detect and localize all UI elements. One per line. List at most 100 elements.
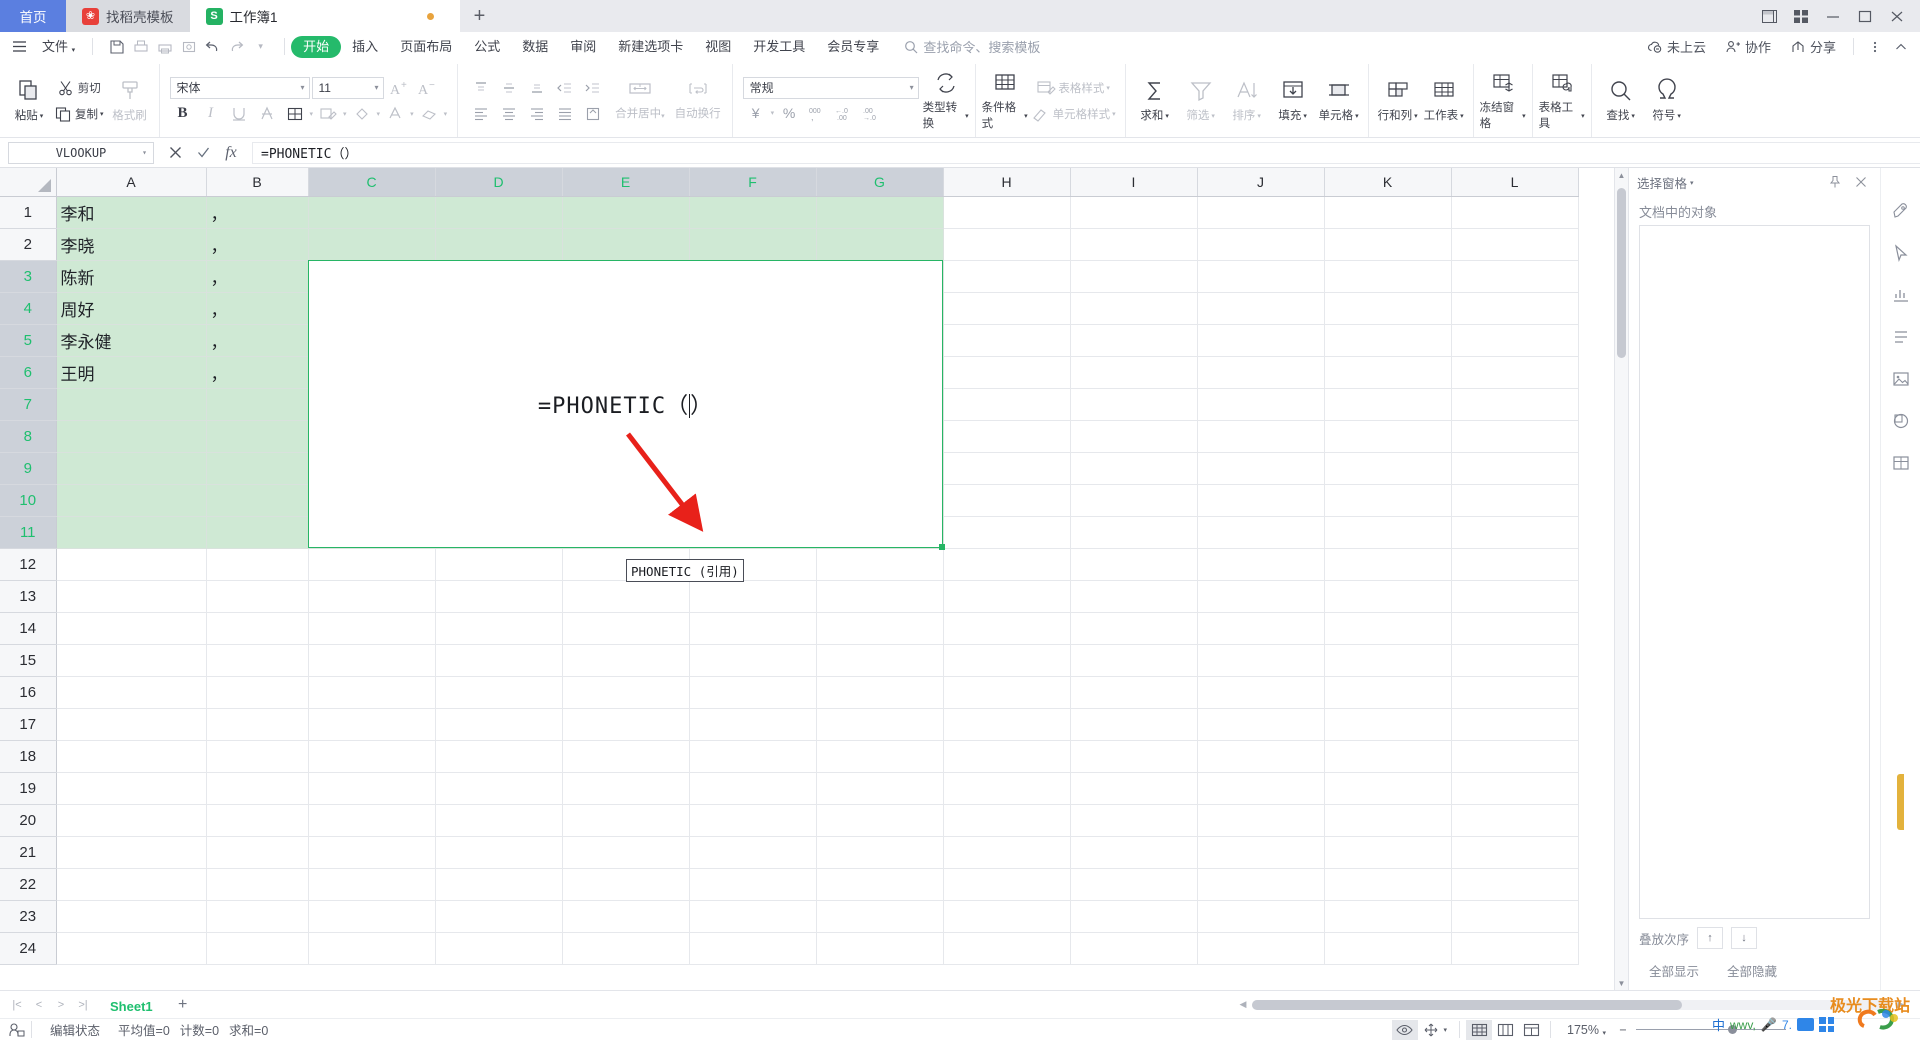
cell-I20[interactable]: [1070, 804, 1198, 837]
column-header-k[interactable]: K: [1324, 168, 1452, 197]
cell-E14[interactable]: [562, 612, 690, 645]
cell-E21[interactable]: [562, 836, 690, 869]
cell-L18[interactable]: [1451, 740, 1579, 773]
row-header-5[interactable]: 5: [0, 324, 57, 357]
cell-I21[interactable]: [1070, 836, 1198, 869]
cell-K17[interactable]: [1324, 708, 1452, 741]
cell-J24[interactable]: [1197, 932, 1325, 965]
font-size-select[interactable]: 11 ▾: [311, 76, 384, 99]
customize-caret-icon[interactable]: ▾: [249, 35, 272, 58]
cell-K19[interactable]: [1324, 772, 1452, 805]
chevron-down-icon[interactable]: ▾: [444, 111, 448, 118]
move-icon[interactable]: [1418, 1020, 1444, 1040]
cell-I5[interactable]: [1070, 324, 1198, 357]
row-header-23[interactable]: 23: [0, 900, 57, 933]
indent-decrease-icon[interactable]: [552, 76, 578, 100]
cell-J19[interactable]: [1197, 772, 1325, 805]
cell-J8[interactable]: [1197, 420, 1325, 453]
format-painter-button[interactable]: 格式刷: [107, 64, 153, 137]
cursor-icon[interactable]: [1888, 240, 1914, 266]
cell-C23[interactable]: [308, 900, 436, 933]
cell-B14[interactable]: [206, 612, 309, 645]
cell-editor[interactable]: =PHONETIC（）: [308, 260, 945, 550]
confirm-icon[interactable]: [190, 141, 216, 165]
row-header-8[interactable]: 8: [0, 420, 57, 453]
decimal-increase-icon[interactable]: .00 →.0: [860, 101, 886, 125]
cell-H11[interactable]: [943, 516, 1071, 549]
next-sheet-icon[interactable]: >: [50, 994, 72, 1016]
ribbon-tab-view[interactable]: 视图: [694, 32, 742, 62]
cell-B2[interactable]: ，: [206, 228, 309, 261]
cell-K6[interactable]: [1324, 356, 1452, 389]
symbol-button[interactable]: 符号 ▾: [1644, 64, 1690, 137]
cell-I13[interactable]: [1070, 580, 1198, 613]
cell-F2[interactable]: [689, 228, 817, 261]
cell-J14[interactable]: [1197, 612, 1325, 645]
fx-icon[interactable]: fx: [218, 141, 244, 165]
cell-K15[interactable]: [1324, 644, 1452, 677]
cell-K16[interactable]: [1324, 676, 1452, 709]
cell-H18[interactable]: [943, 740, 1071, 773]
row-header-13[interactable]: 13: [0, 580, 57, 613]
cell-G14[interactable]: [816, 612, 944, 645]
cell-K1[interactable]: [1324, 196, 1452, 229]
cell-D23[interactable]: [435, 900, 563, 933]
cell-A15[interactable]: [56, 644, 207, 677]
cell-J21[interactable]: [1197, 836, 1325, 869]
cell-J4[interactable]: [1197, 292, 1325, 325]
cell-A1[interactable]: 李和: [56, 196, 207, 229]
arrow-up-icon[interactable]: ↑: [1697, 927, 1724, 949]
cell-I16[interactable]: [1070, 676, 1198, 709]
add-sheet-button[interactable]: +: [169, 994, 197, 1016]
cell-G15[interactable]: [816, 644, 944, 677]
selection-pane-title[interactable]: 选择窗格 ▾: [1637, 173, 1694, 192]
ribbon-tab-dev-tools[interactable]: 开发工具: [742, 32, 816, 62]
row-header-21[interactable]: 21: [0, 836, 57, 869]
strikethrough-button[interactable]: [254, 102, 280, 126]
ribbon-tab-member[interactable]: 会员专享: [816, 32, 890, 62]
worksheet-button[interactable]: 工作表 ▾: [1421, 64, 1467, 137]
cell-L2[interactable]: [1451, 228, 1579, 261]
align-left-icon[interactable]: [468, 102, 494, 126]
format-icon[interactable]: [1888, 324, 1914, 350]
show-all-button[interactable]: 全部显示: [1639, 957, 1709, 984]
name-box[interactable]: VLOOKUP ▾: [8, 141, 154, 164]
cell-B6[interactable]: ，: [206, 356, 309, 389]
cell-B9[interactable]: [206, 452, 309, 485]
side-handle[interactable]: [1897, 774, 1904, 830]
cell-L5[interactable]: [1451, 324, 1579, 357]
cell-K20[interactable]: [1324, 804, 1452, 837]
ribbon-tab-review[interactable]: 审阅: [559, 32, 607, 62]
cell-A8[interactable]: [56, 420, 207, 453]
row-header-18[interactable]: 18: [0, 740, 57, 773]
cell-H4[interactable]: [943, 292, 1071, 325]
font-color-icon[interactable]: [382, 102, 408, 126]
cell-style-button[interactable]: 单元格样式 ▾: [1028, 102, 1119, 126]
preview-icon[interactable]: [1391, 1019, 1418, 1040]
cell-F24[interactable]: [689, 932, 817, 965]
cell-H12[interactable]: [943, 548, 1071, 581]
cell-E16[interactable]: [562, 676, 690, 709]
cell-H23[interactable]: [943, 900, 1071, 933]
cell-D15[interactable]: [435, 644, 563, 677]
cell-H16[interactable]: [943, 676, 1071, 709]
cell-A5[interactable]: 李永健: [56, 324, 207, 357]
row-header-15[interactable]: 15: [0, 644, 57, 677]
font-grow-icon[interactable]: A +: [386, 76, 412, 100]
formula-input[interactable]: =PHONETIC（）: [252, 141, 1920, 164]
print-area-icon[interactable]: [177, 35, 200, 58]
cell-C21[interactable]: [308, 836, 436, 869]
cell-H2[interactable]: [943, 228, 1071, 261]
cell-D18[interactable]: [435, 740, 563, 773]
cell-J1[interactable]: [1197, 196, 1325, 229]
row-header-24[interactable]: 24: [0, 932, 57, 965]
cell-B17[interactable]: [206, 708, 309, 741]
ime-mic-icon[interactable]: 🎤: [1761, 1017, 1777, 1033]
cell-F14[interactable]: [689, 612, 817, 645]
cell-H3[interactable]: [943, 260, 1071, 293]
ribbon-tab-insert[interactable]: 插入: [341, 32, 389, 62]
thousands-icon[interactable]: 000,: [804, 101, 830, 125]
prev-sheet-icon[interactable]: <: [28, 994, 50, 1016]
minimize-icon[interactable]: [1818, 1, 1848, 31]
cell-C19[interactable]: [308, 772, 436, 805]
